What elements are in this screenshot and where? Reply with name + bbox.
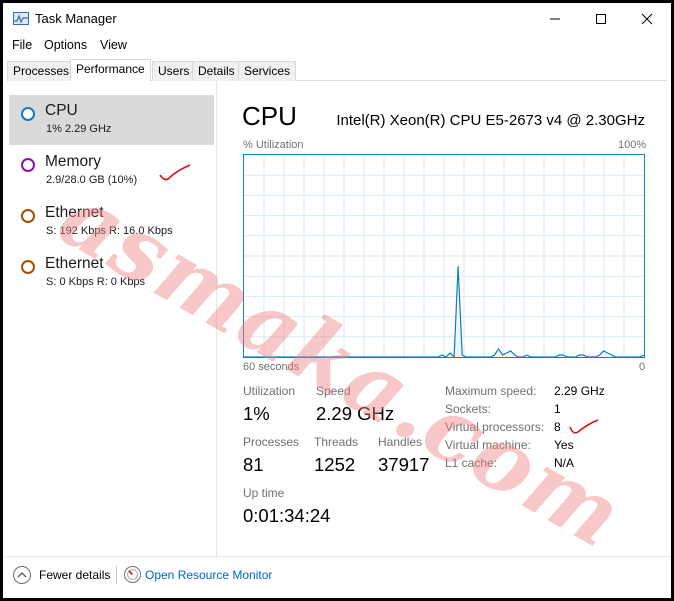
resource-summary: 1% 2.29 GHz	[46, 123, 112, 135]
handles-label: Handles	[378, 435, 423, 449]
memory-indicator-icon	[21, 158, 35, 172]
sockets-value: 1	[554, 402, 561, 416]
sockets-label: Sockets:	[445, 402, 492, 416]
resource-list: CPU 1% 2.29 GHz Memory 2.9/28.0 GB (10%)…	[3, 81, 217, 556]
menu-view[interactable]: View	[100, 38, 127, 52]
resource-name: CPU	[45, 102, 78, 119]
resource-monitor-icon	[124, 566, 141, 583]
close-icon	[641, 13, 653, 24]
fewer-details-button[interactable]: Fewer details	[39, 568, 110, 582]
threads-value: 1252	[314, 454, 356, 475]
maximize-icon	[596, 13, 606, 24]
virtual-machine-value: Yes	[554, 438, 574, 452]
tab-performance[interactable]: Performance	[70, 59, 151, 81]
tab-processes[interactable]: Processes	[7, 61, 76, 81]
footer-divider	[116, 566, 117, 584]
graph-min-label: 0	[639, 361, 646, 373]
tab-details[interactable]: Details	[192, 61, 241, 81]
window-title: Task Manager	[35, 11, 117, 26]
tab-strip: Processes Performance Users Details Serv…	[7, 59, 667, 81]
handles-value: 37917	[378, 454, 430, 475]
task-manager-icon	[13, 12, 29, 25]
chevron-up-icon[interactable]	[13, 566, 31, 584]
cpu-utilization-graph	[243, 154, 645, 358]
graph-y-label: % Utilization	[243, 139, 304, 151]
maximize-button[interactable]	[578, 3, 624, 34]
resource-summary: S: 0 Kbps R: 0 Kbps	[46, 276, 146, 288]
virtual-machine-label: Virtual machine:	[445, 438, 531, 452]
resource-name: Ethernet	[45, 255, 104, 272]
resource-item-cpu[interactable]: CPU 1% 2.29 GHz	[9, 95, 214, 145]
minimize-icon	[550, 18, 560, 19]
virtual-processors-value: 8	[554, 420, 561, 434]
threads-label: Threads	[314, 435, 359, 449]
cpu-graph-svg	[244, 155, 644, 357]
speed-value: 2.29 GHz	[316, 403, 395, 424]
speed-label: Speed	[316, 384, 351, 398]
task-manager-window: Task Manager File Options View Processes…	[3, 3, 671, 598]
resource-summary: S: 192 Kbps R: 16.0 Kbps	[46, 225, 173, 237]
resource-summary: 2.9/28.0 GB (10%)	[46, 174, 138, 186]
annotation-check-icon	[569, 419, 599, 434]
l1-cache-value: N/A	[554, 456, 575, 470]
max-speed-label: Maximum speed:	[445, 384, 537, 398]
close-button[interactable]	[624, 3, 670, 34]
l1-cache-label: L1 cache:	[445, 456, 498, 470]
utilization-label: Utilization	[243, 384, 296, 398]
menu-file[interactable]: File	[12, 38, 32, 52]
max-speed-value: 2.29 GHz	[554, 384, 605, 398]
resource-item-ethernet-1[interactable]: Ethernet S: 192 Kbps R: 16.0 Kbps	[9, 197, 214, 247]
resource-item-ethernet-2[interactable]: Ethernet S: 0 Kbps R: 0 Kbps	[9, 248, 214, 298]
resource-name: Memory	[45, 153, 101, 170]
open-resource-monitor-link[interactable]: Open Resource Monitor	[145, 568, 272, 582]
ethernet-indicator-icon	[21, 260, 35, 274]
utilization-value: 1%	[243, 403, 270, 424]
title-bar[interactable]: Task Manager	[3, 3, 671, 34]
graph-time-label: 60 seconds	[243, 361, 300, 373]
annotation-check-icon	[159, 164, 191, 181]
uptime-value: 0:01:34:24	[243, 505, 331, 526]
tab-users[interactable]: Users	[152, 61, 196, 81]
resource-title: CPU	[242, 101, 297, 131]
resource-name: Ethernet	[45, 204, 104, 221]
cpu-indicator-icon	[21, 107, 35, 121]
uptime-label: Up time	[243, 486, 285, 500]
graph-max-label: 100%	[618, 139, 647, 151]
minimize-button[interactable]	[532, 3, 578, 34]
cpu-model: Intel(R) Xeon(R) CPU E5-2673 v4 @ 2.30GH…	[336, 112, 645, 129]
footer-bar: Fewer details Open Resource Monitor	[3, 556, 671, 598]
processes-value: 81	[243, 454, 264, 475]
virtual-processors-label: Virtual processors:	[445, 420, 545, 434]
ethernet-indicator-icon	[21, 209, 35, 223]
tab-services[interactable]: Services	[238, 61, 297, 81]
menu-options[interactable]: Options	[44, 38, 87, 52]
menu-bar: File Options View	[3, 36, 671, 56]
processes-label: Processes	[243, 435, 300, 449]
